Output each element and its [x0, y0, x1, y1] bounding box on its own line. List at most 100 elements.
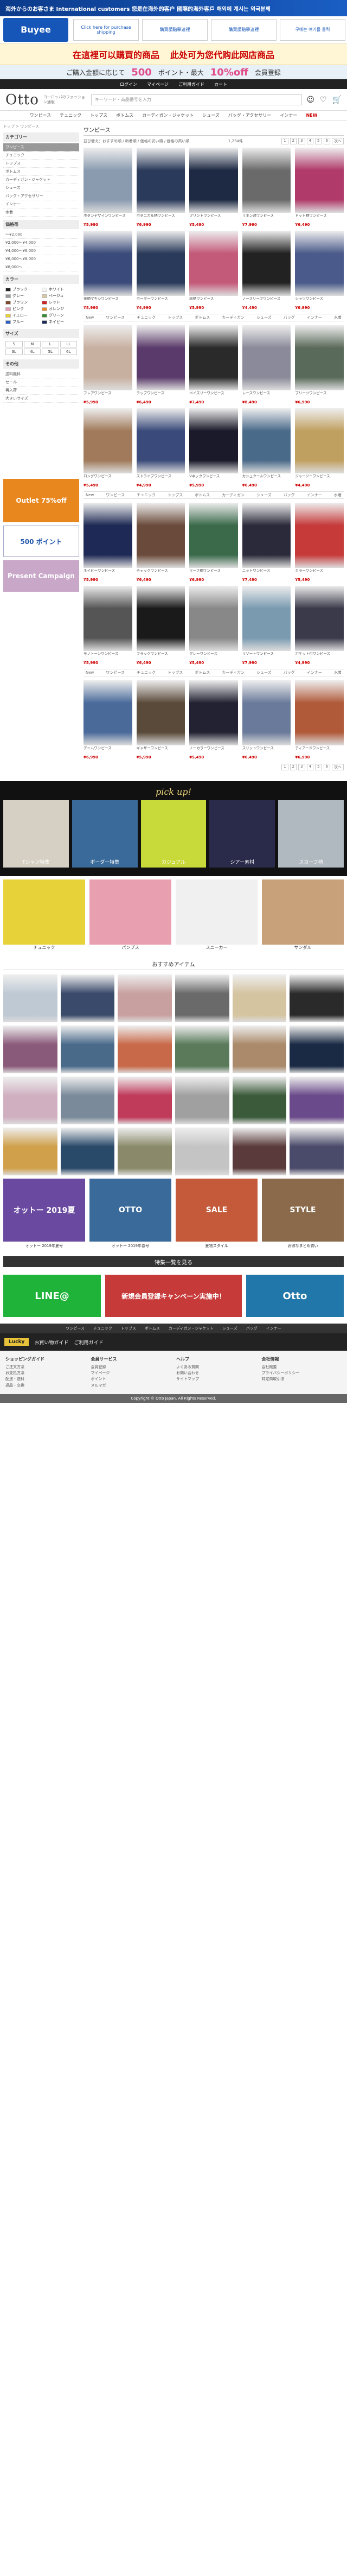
sidebar-item-category[interactable]: トップス	[3, 160, 79, 168]
recommend-item[interactable]	[60, 1128, 115, 1175]
tag-link[interactable]: インナー	[307, 670, 322, 675]
buyee-link-3[interactable]: 購買請點擊這裡	[211, 18, 277, 41]
product-image[interactable]	[242, 325, 291, 390]
color-option[interactable]: イエロー	[5, 313, 41, 318]
tag-link[interactable]: チュニック	[137, 670, 156, 675]
product-card[interactable]: ブラックワンピース ¥6,490	[136, 586, 185, 665]
product-card[interactable]: ギャザーワンピース ¥5,990	[136, 680, 185, 759]
tag-link[interactable]: インナー	[307, 315, 322, 320]
recommend-item[interactable]	[60, 974, 115, 1022]
product-image[interactable]	[189, 231, 238, 296]
product-name[interactable]: 花柄マキシワンピース	[83, 297, 132, 306]
sidebar-item-category[interactable]: バッグ・アクセサリー	[3, 192, 79, 200]
tag-link[interactable]: 水着	[334, 315, 342, 320]
product-name[interactable]: ティアードワンピース	[295, 746, 344, 755]
footer-link[interactable]: 会員登録	[91, 1364, 171, 1370]
product-image[interactable]	[136, 408, 185, 473]
color-option[interactable]: ホワイト	[42, 287, 77, 292]
points-banner[interactable]: ご購入金額に応じて 500 ポイント・最大 10%off 会員登録	[0, 65, 347, 79]
product-name[interactable]: ジャージーワンピース	[295, 474, 344, 483]
product-image[interactable]	[242, 586, 291, 651]
sidebar-item-price[interactable]: 〜¥2,000	[3, 231, 79, 239]
sidebar-item-category[interactable]: カーディガン・ジャケット	[3, 176, 79, 184]
breadcrumb[interactable]: トップ > ワンピース	[3, 124, 79, 129]
recommend-item[interactable]	[175, 974, 229, 1022]
tag-link[interactable]: ワンピース	[106, 315, 125, 320]
product-image[interactable]	[242, 148, 291, 213]
size-option[interactable]: M	[23, 341, 41, 347]
size-option[interactable]: 5L	[42, 349, 59, 355]
nav-guide[interactable]: ご利用ガイド	[178, 81, 204, 87]
present-banner[interactable]: Present Campaign	[3, 560, 79, 592]
product-image[interactable]	[295, 680, 344, 745]
product-card[interactable]: ポケット付ワンピース ¥4,990	[295, 586, 344, 665]
color-option[interactable]: ブラック	[5, 287, 41, 292]
footer-nav-item[interactable]: インナー	[266, 1326, 281, 1331]
recommend-item[interactable]	[60, 1077, 115, 1124]
product-card[interactable]: ドット柄ワンピース ¥6,490	[295, 148, 344, 227]
product-name[interactable]: ギャザーワンピース	[137, 746, 185, 755]
recommend-item[interactable]	[3, 974, 57, 1022]
product-card[interactable]: ティアードワンピース ¥6,990	[295, 680, 344, 759]
recommend-item[interactable]	[175, 1128, 229, 1175]
product-image[interactable]	[189, 680, 238, 745]
product-image[interactable]	[136, 503, 185, 568]
product-card[interactable]: ノースリーブワンピース ¥4,490	[242, 231, 291, 310]
tag-link[interactable]: カーディガン	[222, 670, 245, 675]
product-card[interactable]: ニットワンピース ¥7,490	[242, 503, 291, 582]
feature-card[interactable]: オットー 2019夏 オットー 2019年夏号	[3, 1179, 85, 1249]
pickup-item[interactable]: Tシャツ特集	[3, 800, 69, 868]
sidebar-item-price[interactable]: ¥4,000〜¥6,000	[3, 247, 79, 255]
buyee-promo[interactable]: 在這裡可以購買的商品 此处可为您代购此网店商品	[0, 43, 347, 65]
footer-nav-item[interactable]: バッグ	[246, 1326, 258, 1331]
color-option[interactable]: レッド	[42, 300, 77, 305]
footer-link[interactable]: 返品・交換	[5, 1383, 86, 1389]
lucky-badge[interactable]: Lucky	[4, 1338, 29, 1346]
tag-link[interactable]: インナー	[307, 492, 322, 498]
product-image[interactable]	[136, 148, 185, 213]
product-card[interactable]: ネイビーワンピース ¥5,990	[83, 503, 132, 582]
otto-app-banner[interactable]: Otto	[246, 1275, 344, 1317]
product-card[interactable]: Vネックワンピース ¥5,990	[189, 408, 238, 488]
catnav-item[interactable]: インナー	[280, 112, 297, 118]
color-option[interactable]: ベージュ	[42, 293, 77, 299]
tag-link[interactable]: カーディガン	[222, 315, 245, 320]
color-option[interactable]: ブルー	[5, 319, 41, 325]
color-option[interactable]: ブラウン	[5, 300, 41, 305]
page-link[interactable]: 4	[306, 764, 314, 770]
product-image[interactable]	[83, 680, 132, 745]
catnav-item[interactable]: カーディガン・ジャケット	[142, 112, 194, 118]
highlight-cell[interactable]: スニーカー	[176, 879, 258, 951]
product-image[interactable]	[189, 325, 238, 390]
nav-mypage[interactable]: マイページ	[147, 81, 169, 87]
size-option[interactable]: 6L	[60, 349, 77, 355]
footer-link[interactable]: よくある質問	[176, 1364, 256, 1370]
size-option[interactable]: LL	[60, 341, 77, 347]
tag-link[interactable]: バッグ	[284, 315, 295, 320]
recommend-item[interactable]	[60, 1026, 115, 1073]
product-name[interactable]: ノーカラーワンピース	[189, 746, 238, 755]
cart-icon[interactable]: 🛒	[332, 96, 342, 104]
product-name[interactable]: ニットワンピース	[242, 569, 291, 578]
footer-link[interactable]: サイトマップ	[176, 1376, 256, 1382]
product-name[interactable]: リゾートワンピース	[242, 652, 291, 661]
product-name[interactable]: ブラックワンピース	[137, 652, 185, 661]
catnav-item[interactable]: ワンピース	[30, 112, 52, 118]
footer-nav-item[interactable]: シューズ	[222, 1326, 237, 1331]
page-link[interactable]: 3	[298, 764, 305, 770]
footer-link[interactable]: 配送・送料	[5, 1376, 86, 1382]
recommend-item[interactable]	[290, 1026, 344, 1073]
nav-login[interactable]: ログイン	[120, 81, 137, 87]
product-image[interactable]	[136, 586, 185, 651]
sidebar-item-price[interactable]: ¥2,000〜¥4,000	[3, 239, 79, 247]
product-image[interactable]	[83, 325, 132, 390]
size-option[interactable]: 3L	[5, 349, 23, 355]
product-name[interactable]: リネン混ワンピース	[242, 214, 291, 223]
product-name[interactable]: ボーダーワンピース	[137, 297, 185, 306]
tag-link[interactable]: トップス	[168, 315, 183, 320]
feature-card[interactable]: SALE 夏物スタイル	[176, 1179, 258, 1249]
tag-link[interactable]: シューズ	[256, 315, 272, 320]
footer-link[interactable]: マイページ	[91, 1370, 171, 1376]
product-card[interactable]: カシュクールワンピース ¥6,490	[242, 408, 291, 488]
product-card[interactable]: ロングワンピース ¥5,490	[83, 408, 132, 488]
